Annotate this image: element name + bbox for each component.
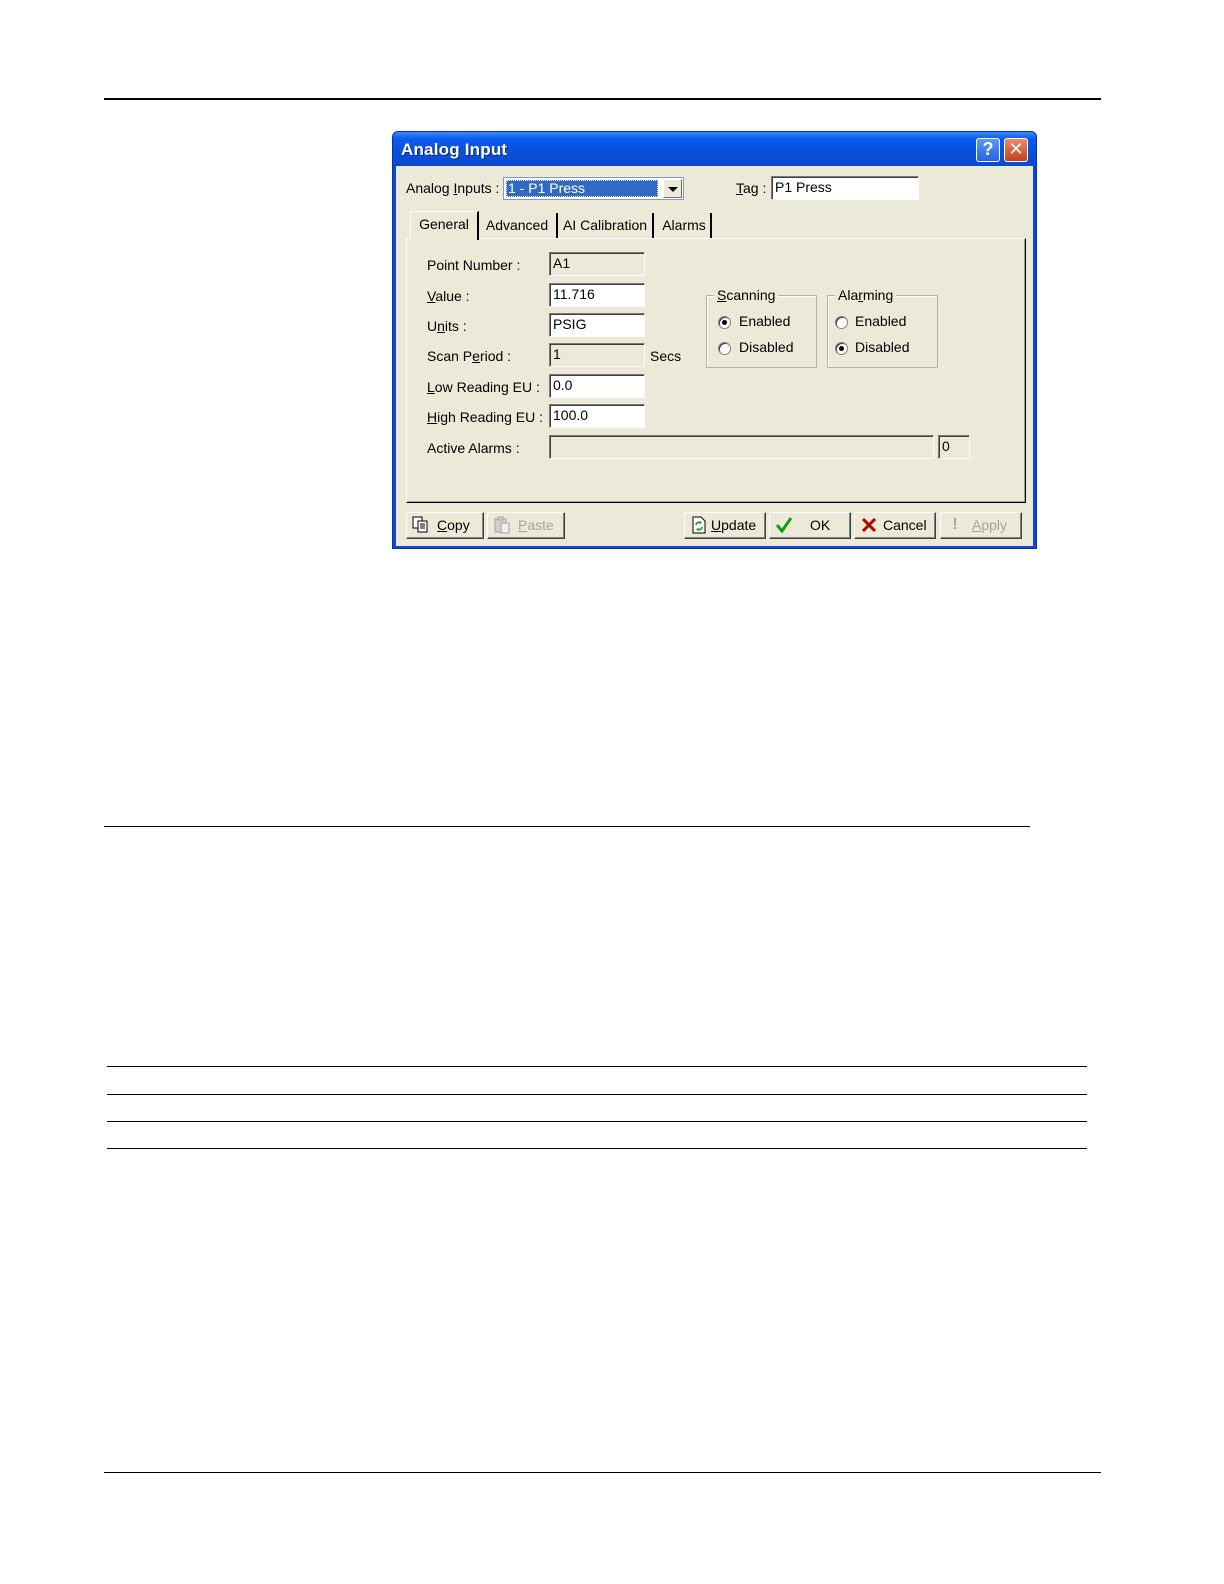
copy-icon (412, 516, 430, 534)
general-tab-panel (406, 238, 1026, 503)
active-alarms-field (549, 435, 934, 459)
help-icon: ? (982, 139, 994, 159)
low-reading-label: Low Reading EU : (427, 379, 540, 395)
table-rule-3 (107, 1121, 1087, 1122)
apply-button[interactable]: ! Apply (940, 512, 1022, 539)
alarming-disabled-label[interactable]: Disabled (855, 339, 909, 355)
scan-period-units: Secs (650, 348, 682, 364)
help-button[interactable]: ? (976, 138, 1000, 162)
scanning-enabled-label[interactable]: Enabled (739, 313, 790, 329)
scanning-disabled-label[interactable]: Disabled (739, 339, 793, 355)
alarming-enabled-radio[interactable] (835, 316, 848, 329)
apply-label: Apply (972, 517, 1008, 533)
cancel-label: Cancel (883, 517, 927, 533)
value-label: Value : (427, 288, 470, 304)
paste-label: Paste (518, 517, 554, 533)
update-button[interactable]: Update (684, 512, 766, 539)
tab-advanced[interactable]: Advanced (478, 213, 558, 239)
tag-input[interactable]: P1 Press (771, 176, 919, 200)
close-icon: ✕ (1008, 139, 1024, 159)
copy-label: Copy (437, 517, 470, 533)
copy-button[interactable]: Copy (406, 512, 484, 539)
dialog-client: Analog Inputs : 1 - P1 Press Tag : P1 Pr… (396, 166, 1033, 546)
cancel-button[interactable]: Cancel (854, 512, 936, 539)
scan-period-field: 1 (549, 343, 645, 367)
analog-inputs-selected-value: 1 - P1 Press (506, 180, 658, 197)
table-rule-1 (107, 1066, 1087, 1067)
header-rule (104, 98, 1101, 100)
dialog-title: Analog Input (401, 140, 508, 159)
update-label: Update (711, 517, 757, 533)
scanning-group: Scanning Enabled Disabled (706, 287, 817, 368)
analog-inputs-label: Analog Inputs : (406, 180, 500, 196)
alarming-enabled-label[interactable]: Enabled (855, 313, 906, 329)
high-reading-field[interactable]: 100.0 (549, 404, 645, 428)
tag-label: Tag : (736, 180, 767, 196)
point-number-field: A1 (549, 252, 645, 276)
title-bar[interactable]: Analog Input ? ✕ (393, 132, 1036, 166)
x-icon (860, 516, 878, 534)
chevron-down-icon[interactable] (663, 179, 682, 198)
scan-period-label: Scan Period : (427, 348, 512, 364)
scanning-group-title: Scanning (714, 287, 779, 303)
alarming-group: Alarming Enabled Disabled (827, 287, 938, 368)
tab-alarms[interactable]: Alarms (658, 213, 712, 239)
tab-ai-calibration[interactable]: AI Calibration (558, 213, 654, 239)
paste-icon (493, 516, 511, 534)
scanning-disabled-radio[interactable] (718, 342, 731, 355)
units-field[interactable]: PSIG (549, 313, 645, 337)
analog-inputs-select[interactable]: 1 - P1 Press (503, 177, 684, 200)
close-button[interactable]: ✕ (1004, 138, 1028, 162)
high-reading-label: High Reading EU : (427, 409, 543, 425)
table-rule-4 (107, 1148, 1087, 1149)
section-rule (104, 826, 1030, 827)
tab-general[interactable]: General (410, 211, 479, 240)
low-reading-field[interactable]: 0.0 (549, 374, 645, 398)
units-label: Units : (427, 318, 467, 334)
exclamation-icon: ! (952, 516, 958, 533)
table-rule-2 (107, 1094, 1087, 1095)
analog-input-dialog: Analog Input ? ✕ Analog Inputs : 1 - P1 … (392, 131, 1037, 549)
ok-label: OK (810, 517, 831, 533)
footer-rule (104, 1472, 1101, 1473)
alarming-disabled-radio[interactable] (835, 342, 848, 355)
update-icon (690, 516, 708, 534)
active-alarms-count: 0 (938, 435, 970, 459)
value-field[interactable]: 11.716 (549, 283, 645, 307)
ok-button[interactable]: OK (769, 512, 851, 539)
point-number-label: Point Number : (427, 257, 521, 273)
active-alarms-label: Active Alarms : (427, 440, 520, 456)
paste-button[interactable]: Paste (487, 512, 565, 539)
checkmark-icon (775, 516, 793, 534)
scanning-enabled-radio[interactable] (718, 316, 731, 329)
alarming-group-title: Alarming (835, 287, 897, 303)
